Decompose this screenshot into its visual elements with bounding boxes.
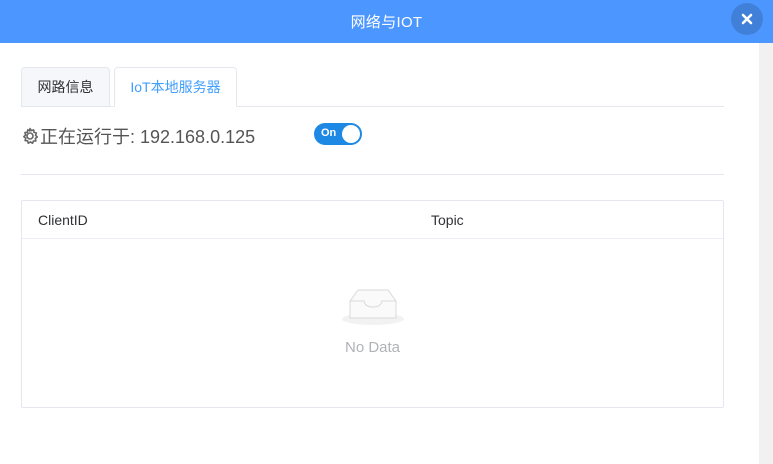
dialog-title: 网络与IOT [350,14,423,31]
close-button[interactable] [731,3,763,35]
server-toggle-switch[interactable]: On [314,123,362,145]
table-header: ClientID Topic [22,201,723,239]
switch-label: On [321,127,337,139]
close-icon [741,13,753,25]
tab-network-info[interactable]: 网路信息 [21,67,110,107]
server-status-text: 正在运行于: 192.168.0.125 [40,127,256,147]
empty-text: No Data [344,339,401,356]
clients-table: ClientID Topic No Data [21,200,724,408]
scrollbar-thumb[interactable] [761,45,771,53]
tab-iot-local-server[interactable]: IoT本地服务器 [114,67,237,107]
server-status: 正在运行于: 192.168.0.125 [21,122,255,150]
switch-knob [342,125,360,143]
inbox-icon [342,289,404,325]
dialog-header: 网络与IOT [0,0,773,43]
column-header-clientid[interactable]: ClientID [38,212,88,228]
divider [21,174,724,175]
vertical-scrollbar[interactable] [759,43,773,464]
gear-icon [23,127,39,145]
tab-bar: 网路信息 IoT本地服务器 [21,67,724,107]
column-header-topic[interactable]: Topic [431,212,464,228]
